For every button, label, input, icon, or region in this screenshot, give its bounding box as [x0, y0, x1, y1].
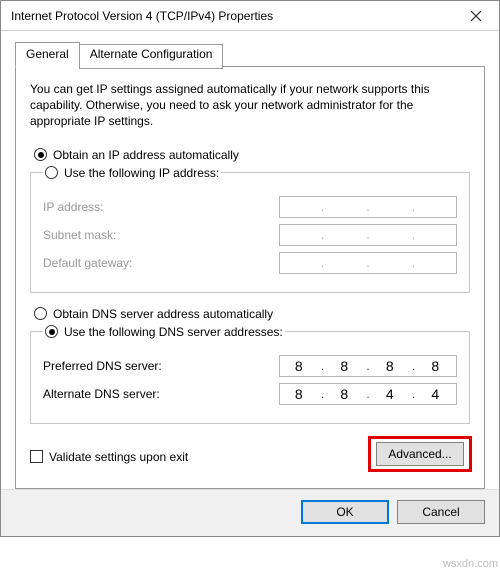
advanced-button[interactable]: Advanced...	[376, 442, 464, 466]
dialog-footer: OK Cancel	[1, 489, 499, 536]
radio-icon	[34, 148, 47, 161]
radio-use-dns-manual[interactable]: Use the following DNS server addresses:	[45, 325, 283, 339]
tab-general[interactable]: General	[15, 42, 80, 67]
input-alternate-dns[interactable]: 8. 8. 4. 4	[279, 383, 457, 405]
radio-label: Obtain an IP address automatically	[53, 148, 239, 162]
tab-page-general: You can get IP settings assigned automat…	[15, 66, 485, 489]
input-ip-address: . . .	[279, 196, 457, 218]
tab-alternate-configuration[interactable]: Alternate Configuration	[79, 44, 224, 69]
label-default-gateway: Default gateway:	[43, 256, 132, 270]
cancel-button[interactable]: Cancel	[397, 500, 485, 524]
group-dns-manual: Use the following DNS server addresses: …	[30, 325, 470, 424]
radio-label: Use the following DNS server addresses:	[64, 325, 283, 339]
radio-obtain-ip-auto[interactable]: Obtain an IP address automatically	[34, 148, 470, 162]
radio-icon	[45, 166, 58, 179]
input-default-gateway: . . .	[279, 252, 457, 274]
close-button[interactable]	[453, 1, 499, 30]
close-icon	[471, 11, 481, 21]
dialog-window: Internet Protocol Version 4 (TCP/IPv4) P…	[0, 0, 500, 537]
input-subnet-mask: . . .	[279, 224, 457, 246]
radio-label: Obtain DNS server address automatically	[53, 307, 273, 321]
label-alternate-dns: Alternate DNS server:	[43, 387, 160, 401]
intro-text: You can get IP settings assigned automat…	[30, 81, 470, 130]
input-preferred-dns[interactable]: 8. 8. 8. 8	[279, 355, 457, 377]
checkbox-label: Validate settings upon exit	[49, 450, 188, 464]
checkbox-icon	[30, 450, 43, 463]
label-subnet-mask: Subnet mask:	[43, 228, 116, 242]
radio-obtain-dns-auto[interactable]: Obtain DNS server address automatically	[34, 307, 470, 321]
radio-icon	[45, 325, 58, 338]
ok-button[interactable]: OK	[301, 500, 389, 524]
radio-use-ip-manual[interactable]: Use the following IP address:	[45, 166, 219, 180]
tabstrip: General Alternate Configuration	[15, 42, 485, 67]
window-title: Internet Protocol Version 4 (TCP/IPv4) P…	[11, 9, 453, 23]
label-ip-address: IP address:	[43, 200, 103, 214]
group-ip-manual: Use the following IP address: IP address…	[30, 166, 470, 293]
highlight-advanced: Advanced...	[370, 438, 470, 470]
checkbox-validate-on-exit[interactable]: Validate settings upon exit	[30, 450, 188, 464]
client-area: General Alternate Configuration You can …	[1, 31, 499, 489]
radio-label: Use the following IP address:	[64, 166, 219, 180]
radio-icon	[34, 307, 47, 320]
label-preferred-dns: Preferred DNS server:	[43, 359, 162, 373]
watermark: wsxdn.com	[443, 558, 498, 569]
titlebar: Internet Protocol Version 4 (TCP/IPv4) P…	[1, 1, 499, 31]
